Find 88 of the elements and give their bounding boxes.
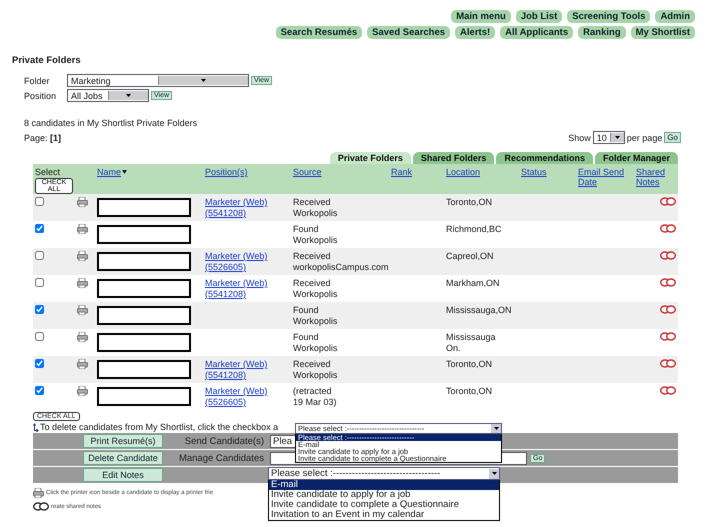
notes-icon[interactable] — [33, 502, 49, 511]
nav-tab[interactable]: Job List — [516, 10, 562, 23]
position-link[interactable]: Marketer (Web) (5526605) — [205, 251, 289, 273]
nav-tab[interactable]: My Shortlist — [630, 26, 695, 39]
dropdown-option[interactable]: Invite candidate to complete a Questionnaire — [269, 500, 499, 510]
select-checkbox[interactable] — [35, 278, 44, 287]
filter-select[interactable]: Marketing — [67, 74, 249, 87]
nav-tab[interactable]: Search Resumés — [276, 26, 362, 39]
source-cell-text: Received Workopolis — [293, 359, 338, 381]
per-page-label: per page — [626, 132, 662, 142]
location-cell-text: Mississauga On. — [446, 332, 497, 354]
printer-icon[interactable] — [77, 278, 88, 288]
printer-icon[interactable] — [77, 305, 88, 315]
dropdown-menu[interactable]: Please select :---------------------------------- E-mail Invite candidate to apply for a job Invite candidate to complete a Questionnaire Invitation to an Event in my calendar — [268, 467, 500, 521]
page-title: Private Folders — [12, 55, 82, 66]
action-label: Manage Candidates — [178, 452, 265, 464]
column-header[interactable]: Rank — [391, 167, 442, 177]
column-header[interactable]: Name — [97, 167, 122, 177]
printer-icon[interactable] — [77, 224, 88, 234]
select-checkbox[interactable] — [35, 386, 44, 395]
printer-icon[interactable] — [77, 332, 88, 342]
folder-tab[interactable]: Recommendations — [496, 152, 593, 164]
nav-tab[interactable]: Saved Searches — [367, 26, 450, 39]
column-header[interactable]: Shared Notes — [636, 167, 676, 187]
select-checkbox[interactable] — [35, 224, 44, 233]
location-cell-text: Toronto,ON — [446, 359, 494, 370]
column-header[interactable]: Email Send Date — [578, 167, 632, 187]
printer-icon[interactable] — [77, 197, 88, 207]
filter-label: Position — [24, 90, 58, 100]
folder-tab[interactable]: Folder Manager — [594, 152, 678, 164]
nav-tab[interactable]: Ranking — [578, 26, 626, 39]
location-cell-text: Capreol,ON — [446, 251, 495, 262]
action-button[interactable]: Edit Notes — [83, 468, 163, 482]
column-header[interactable]: Source — [293, 167, 387, 177]
dropdown-option[interactable]: Invitation to an Event in my calendar — [269, 510, 499, 520]
folder-tab[interactable]: Private Folders — [330, 152, 411, 164]
nav-tab[interactable]: Alerts! — [455, 26, 496, 39]
source-cell-text: (retracted 19 Mar 03) — [293, 386, 338, 408]
printer-icon[interactable] — [77, 251, 88, 261]
printer-icon[interactable] — [77, 359, 88, 369]
position-link[interactable]: Marketer (Web) (5526605) — [205, 386, 289, 408]
candidate-count: 8 candidates in My Shortlist Private Folders — [24, 118, 198, 128]
filter-label: Folder — [24, 76, 51, 86]
source-cell: Received workopolisCampus.com — [293, 251, 387, 273]
select-checkbox[interactable] — [35, 251, 44, 260]
source-cell-text: Found Workopolis — [293, 224, 338, 246]
position-link[interactable]: Marketer (Web) (5541208) — [205, 197, 289, 219]
dropdown-option[interactable]: Invite candidate to apply for a job — [269, 490, 499, 500]
column-header[interactable]: Status — [521, 167, 574, 177]
location-cell-text: Toronto,ON — [446, 386, 494, 397]
action-button[interactable]: Delete Candidate — [83, 451, 163, 465]
sort-caret-icon — [122, 170, 128, 174]
go-button[interactable]: Go — [664, 132, 681, 143]
source-cell-text: Found Workopolis — [293, 305, 338, 327]
printer-icon[interactable] — [77, 386, 88, 396]
filter-select[interactable]: All Jobs — [67, 89, 149, 102]
source-cell-text: Received Workopolis — [293, 197, 338, 219]
source-cell-text: Found Workopolis — [293, 332, 338, 354]
action-label: Send Candidate(s) — [184, 436, 265, 446]
location-cell-text: Markham,ON — [446, 278, 501, 289]
per-page-select[interactable]: 10 — [592, 131, 625, 144]
nav-tab[interactable]: Admin — [655, 10, 695, 23]
nav-tab[interactable]: Main menu — [451, 10, 511, 23]
select-checkbox[interactable] — [35, 332, 44, 341]
folder-tab[interactable]: Shared Folders — [412, 152, 494, 164]
select-checkbox[interactable] — [35, 197, 44, 206]
column-header[interactable]: Location — [446, 167, 517, 177]
location-cell-text: Richmond,BC — [446, 224, 503, 235]
source-cell-text: Received Workopolis — [293, 278, 338, 300]
location-cell-text: Toronto,ON — [446, 197, 494, 208]
instruction-text: To delete candidates from My Shortlist, click the checkbox a — [40, 422, 278, 432]
nav-tab[interactable]: Screening Tools — [567, 10, 650, 23]
dropdown-arrow-icon — [491, 424, 501, 433]
select-checkbox[interactable] — [35, 305, 44, 314]
page-indicator: Page: [1] — [24, 132, 62, 142]
show-label: Show — [568, 132, 591, 142]
position-link[interactable]: Marketer (Web) (5541208) — [205, 278, 289, 300]
printer-icon[interactable] — [33, 488, 44, 498]
column-header[interactable]: Position(s) — [205, 167, 289, 177]
select-checkbox[interactable] — [35, 359, 44, 368]
action-button[interactable]: Print Resumé(s) — [83, 434, 163, 448]
nav-tab[interactable]: All Applicants — [500, 26, 574, 39]
position-link[interactable]: Marketer (Web) (5541208) — [205, 359, 289, 381]
column-header: Select — [35, 167, 60, 177]
return-arrow-icon — [33, 422, 39, 432]
dropdown-option[interactable]: E-mail — [269, 480, 499, 490]
dropdown-select[interactable]: Please select :---------------------------------- — [268, 467, 500, 480]
location-cell-text: Mississauga,ON — [446, 305, 513, 316]
